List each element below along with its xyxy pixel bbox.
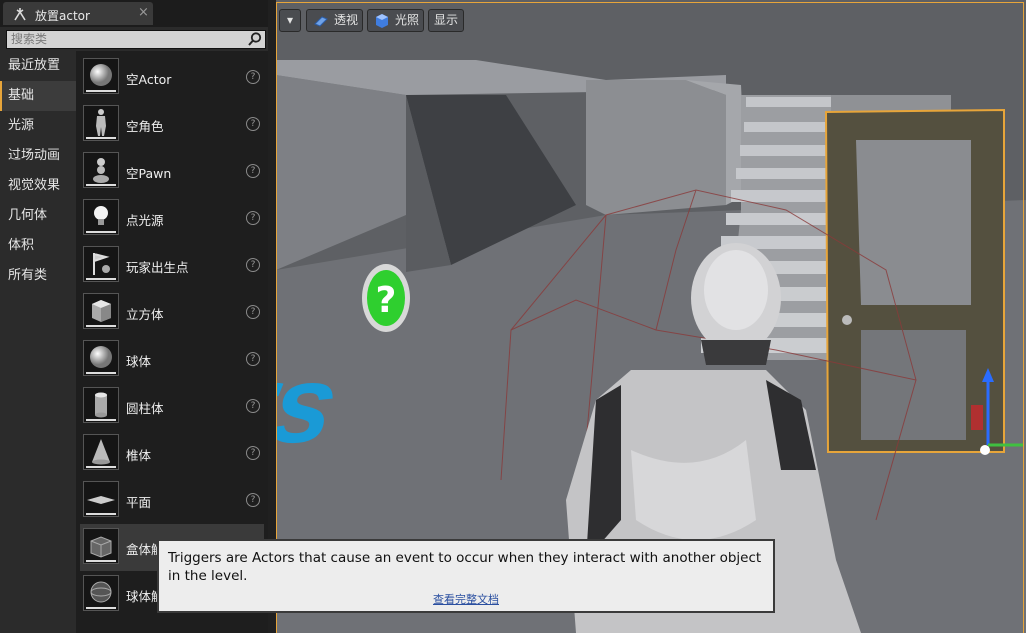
list-item[interactable]: 玩家出生点 ? — [80, 242, 264, 289]
help-icon[interactable]: ? — [246, 258, 260, 272]
door-frame — [824, 108, 1024, 455]
place-actors-icon — [14, 8, 26, 21]
item-label: 玩家出生点 — [126, 260, 189, 275]
search-input[interactable] — [11, 32, 241, 46]
character-icon — [83, 105, 119, 141]
list-item[interactable]: 空Actor ? — [80, 54, 264, 101]
lit-cube-icon — [376, 14, 388, 28]
lightbulb-icon — [83, 199, 119, 235]
full-docs-link[interactable]: 查看完整文档 — [159, 591, 773, 607]
category-list: 最近放置 基础 光源 过场动画 视觉效果 几何体 体积 所有类 — [0, 51, 76, 291]
lit-mode-button[interactable]: 光照 — [367, 9, 424, 32]
tab-bar: 放置actor × — [0, 0, 270, 27]
category-all-classes[interactable]: 所有类 — [0, 261, 76, 291]
search-box — [6, 30, 266, 49]
pawn-icon — [83, 152, 119, 188]
tab-title: 放置actor — [35, 9, 90, 23]
chevron-down-icon: ▾ — [286, 13, 294, 27]
sphere-icon — [83, 58, 119, 94]
category-visual-effects[interactable]: 视觉效果 — [0, 171, 76, 201]
category-lights[interactable]: 光源 — [0, 111, 76, 141]
list-item[interactable]: 圆柱体 ? — [80, 383, 264, 430]
box-trigger-icon — [83, 528, 119, 564]
category-recent[interactable]: 最近放置 — [0, 51, 76, 81]
tooltip: Triggers are Actors that cause an event … — [157, 539, 775, 613]
perspective-label: 透视 — [334, 13, 359, 27]
help-icon[interactable]: ? — [246, 446, 260, 460]
player-start-icon — [83, 246, 119, 282]
help-icon[interactable]: ? — [246, 164, 260, 178]
help-icon[interactable]: ? — [246, 399, 260, 413]
list-item[interactable]: 点光源 ? — [80, 195, 264, 242]
list-item[interactable]: 空Pawn ? — [80, 148, 264, 195]
help-icon[interactable]: ? — [246, 352, 260, 366]
plane-icon — [83, 481, 119, 517]
item-label: 空角色 — [126, 119, 164, 134]
item-label: 椎体 — [126, 448, 152, 463]
category-volumes[interactable]: 体积 — [0, 231, 76, 261]
list-item[interactable]: 平面 ? — [80, 477, 264, 524]
item-label: 球体 — [126, 354, 152, 369]
viewport-menu-button[interactable]: ▾ — [279, 9, 301, 32]
list-item[interactable]: 空角色 ? — [80, 101, 264, 148]
cube-icon — [83, 293, 119, 329]
close-icon[interactable]: × — [138, 5, 149, 20]
item-label: 立方体 — [126, 307, 164, 322]
help-icon[interactable]: ? — [246, 493, 260, 507]
help-icon[interactable]: ? — [246, 117, 260, 131]
search-icon[interactable] — [247, 31, 263, 47]
list-item[interactable]: 椎体 ? — [80, 430, 264, 477]
help-icon[interactable]: ? — [246, 211, 260, 225]
actor-item-list: 空Actor ? 空角色 ? 空Pawn ? 点光源 ? 玩家出生点 ? 立方体… — [80, 54, 264, 618]
show-label: 显示 — [433, 13, 458, 27]
cone-icon — [83, 434, 119, 470]
perspective-icon — [314, 16, 328, 27]
item-label: 平面 — [126, 495, 152, 510]
sphere-icon — [83, 340, 119, 376]
item-label: 点光源 — [126, 213, 164, 228]
show-button[interactable]: 显示 — [428, 9, 464, 32]
help-icon[interactable]: ? — [246, 305, 260, 319]
tooltip-text: Triggers are Actors that cause an event … — [168, 550, 762, 584]
sphere-trigger-icon — [83, 575, 119, 611]
tab-place-actors[interactable]: 放置actor × — [3, 2, 153, 25]
item-label: 圆柱体 — [126, 401, 164, 416]
list-item[interactable]: 球体 ? — [80, 336, 264, 383]
lit-label: 光照 — [395, 13, 420, 27]
perspective-button[interactable]: 透视 — [306, 9, 363, 32]
category-cinematic[interactable]: 过场动画 — [0, 141, 76, 171]
category-geometry[interactable]: 几何体 — [0, 201, 76, 231]
item-label: 空Pawn — [126, 166, 172, 181]
svg-text:?: ? — [376, 280, 397, 321]
cylinder-icon — [83, 387, 119, 423]
help-icon[interactable]: ? — [246, 70, 260, 84]
item-label: 空Actor — [126, 72, 172, 87]
list-item[interactable]: 立方体 ? — [80, 289, 264, 336]
help-marker-icon: ? — [362, 264, 410, 332]
category-basic[interactable]: 基础 — [0, 81, 76, 111]
